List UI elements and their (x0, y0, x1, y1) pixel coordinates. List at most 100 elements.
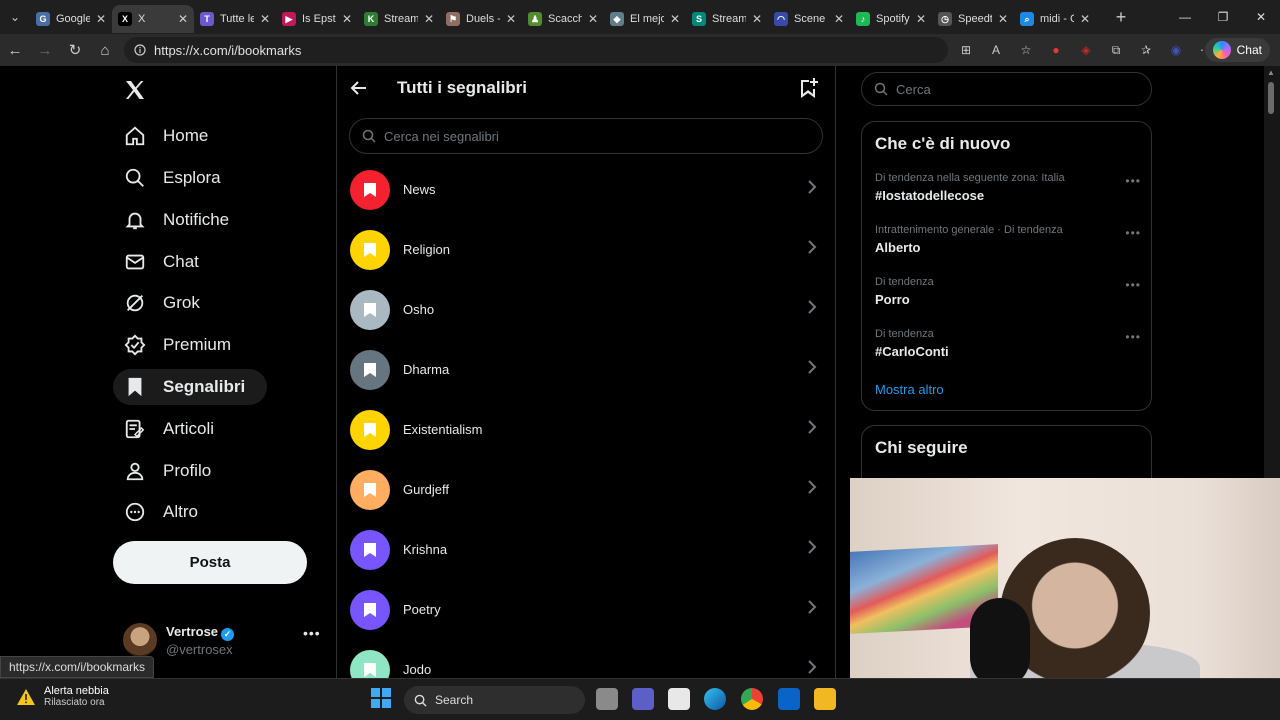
sidebar-item-chat[interactable]: Chat (113, 244, 221, 280)
back-button[interactable]: ← (0, 35, 30, 65)
sidebar-item-segnalibri[interactable]: Segnalibri (113, 369, 268, 405)
teams-icon[interactable] (632, 688, 654, 710)
url-text[interactable]: https://x.com/i/bookmarks (154, 43, 301, 58)
tab-close-icon[interactable]: ✕ (834, 12, 844, 26)
browser-tab[interactable]: ⌕ midi - C ✕ (1014, 5, 1096, 33)
browser-tab[interactable]: ♪ Spotify ✕ (850, 5, 932, 33)
tab-close-icon[interactable]: ✕ (1080, 12, 1090, 26)
trend-item[interactable]: Di tendenza Porro ••• (875, 276, 1141, 316)
more-icon[interactable]: ••• (1125, 226, 1141, 240)
sidebar-item-label: Chat (163, 252, 199, 271)
tab-close-icon[interactable]: ✕ (178, 12, 188, 26)
more-icon[interactable]: ••• (1125, 330, 1141, 344)
browser-tab[interactable]: X X ✕ (112, 5, 194, 33)
tab-close-icon[interactable]: ✕ (96, 12, 106, 26)
tab-close-icon[interactable]: ✕ (752, 12, 762, 26)
close-window-icon[interactable]: ✕ (1242, 0, 1280, 34)
sidebar-item-home[interactable]: Home (113, 118, 230, 154)
explore-search[interactable] (861, 72, 1152, 106)
account-switcher[interactable]: Vertrose ✓ @vertrosex ••• (123, 621, 323, 661)
restore-icon[interactable]: ❐ (1204, 0, 1242, 34)
browser-tab[interactable]: K Stream ✕ (358, 5, 440, 33)
apps-icon[interactable]: ⊞ (956, 40, 976, 60)
ublock-icon[interactable]: ◈ (1076, 40, 1096, 60)
sidebar-item-altro[interactable]: Altro (113, 494, 220, 530)
bookmark-folder[interactable]: Osho (337, 280, 835, 340)
more-icon[interactable]: ••• (303, 625, 321, 641)
bookmark-folder[interactable]: Dharma (337, 340, 835, 400)
sidebar-item-articoli[interactable]: Articoli (113, 411, 236, 447)
favorites-icon[interactable]: ✰ (1136, 40, 1156, 60)
sidebar-item-profilo[interactable]: Profilo (113, 453, 233, 489)
copilot-chat-button[interactable]: Chat (1204, 38, 1270, 62)
browser-tab[interactable]: G Google ✕ (30, 5, 112, 33)
bookmark-folder[interactable]: Poetry (337, 580, 835, 640)
favorite-star-icon[interactable]: ☆ (1016, 40, 1036, 60)
tab-close-icon[interactable]: ✕ (506, 12, 516, 26)
site-info-icon[interactable] (134, 44, 146, 56)
bookmark-folder[interactable]: Existentialism (337, 400, 835, 460)
post-button[interactable]: Posta (113, 541, 307, 584)
show-more-link[interactable]: Mostra altro (875, 382, 944, 397)
taskbar-search[interactable]: Search (404, 686, 585, 714)
scrollbar-thumb[interactable] (1268, 82, 1274, 114)
new-tab-button[interactable]: + (1106, 7, 1136, 28)
verified-icon: ✓ (221, 628, 235, 641)
tab-close-icon[interactable]: ✕ (424, 12, 434, 26)
chrome-icon[interactable] (741, 688, 763, 710)
sidebar-item-notifiche[interactable]: Notifiche (113, 202, 251, 238)
trend-item[interactable]: Intrattenimento generale · Di tendenza Al… (875, 224, 1141, 264)
read-aloud-icon[interactable]: A (986, 40, 1006, 60)
browser-tab[interactable]: S Streaml ✕ (686, 5, 768, 33)
tab-close-icon[interactable]: ✕ (260, 12, 270, 26)
bookmarks-search[interactable] (349, 118, 823, 154)
bookmarks-search-input[interactable] (384, 128, 804, 144)
extension-red-icon[interactable]: ● (1046, 40, 1066, 60)
sidebar-item-premium[interactable]: Premium (113, 327, 253, 363)
sidebar-item-label: Premium (163, 335, 232, 354)
tab-close-icon[interactable]: ✕ (588, 12, 598, 26)
task-view-icon[interactable] (596, 688, 618, 710)
explore-search-input[interactable] (896, 81, 1136, 97)
browser-tab[interactable]: ♟ Scacchi ✕ (522, 5, 604, 33)
x-logo-icon[interactable] (123, 78, 147, 102)
browser-tab[interactable]: ◷ Speedtu ✕ (932, 5, 1014, 33)
store-icon[interactable] (668, 688, 690, 710)
windows-start-icon[interactable] (370, 687, 392, 709)
bookmark-folder[interactable]: News (337, 160, 835, 220)
browser-tab[interactable]: T Tutte le ✕ (194, 5, 276, 33)
reload-button[interactable]: ↻ (60, 35, 90, 65)
bookmark-folder[interactable]: Gurdjeff (337, 460, 835, 520)
tab-label: Tutte le (220, 13, 254, 25)
browser-tab[interactable]: ◆ El mejo ✕ (604, 5, 686, 33)
tab-close-icon[interactable]: ✕ (670, 12, 680, 26)
scroll-up-icon[interactable]: ▲ (1267, 68, 1275, 77)
browser-tab[interactable]: ⚑ Duels - ✕ (440, 5, 522, 33)
extensions-icon[interactable]: ⧉ (1106, 40, 1126, 60)
file-explorer-icon[interactable] (814, 688, 836, 710)
more-icon[interactable]: ••• (1125, 174, 1141, 188)
browser-tab[interactable]: ◠ Scene E ✕ (768, 5, 850, 33)
forward-button[interactable]: → (30, 35, 60, 65)
tab-close-icon[interactable]: ✕ (998, 12, 1008, 26)
profile-icon[interactable]: ◉ (1166, 40, 1186, 60)
tab-actions-menu-icon[interactable]: ⌄ (0, 0, 30, 34)
outlook-icon[interactable] (778, 688, 800, 710)
bookmark-folder[interactable]: Religion (337, 220, 835, 280)
trend-item[interactable]: Di tendenza nella seguente zona: Italia #… (875, 172, 1141, 212)
weather-widget[interactable]: Alerta nebbia Rilasciato ora (16, 685, 109, 708)
back-arrow-icon[interactable] (349, 78, 369, 98)
home-button[interactable]: ⌂ (90, 35, 120, 65)
browser-tab[interactable]: ▶ Is Epste ✕ (276, 5, 358, 33)
tab-close-icon[interactable]: ✕ (916, 12, 926, 26)
minimize-icon[interactable]: — (1166, 0, 1204, 34)
new-folder-icon[interactable] (797, 77, 819, 99)
trend-item[interactable]: Di tendenza #CarloConti ••• (875, 328, 1141, 368)
sidebar-item-grok[interactable]: Grok (113, 285, 222, 321)
bookmark-folder[interactable]: Krishna (337, 520, 835, 580)
address-bar[interactable]: https://x.com/i/bookmarks (124, 37, 948, 63)
tab-close-icon[interactable]: ✕ (342, 12, 352, 26)
sidebar-item-esplora[interactable]: Esplora (113, 160, 243, 196)
edge-icon[interactable] (704, 688, 726, 710)
more-icon[interactable]: ••• (1125, 278, 1141, 292)
